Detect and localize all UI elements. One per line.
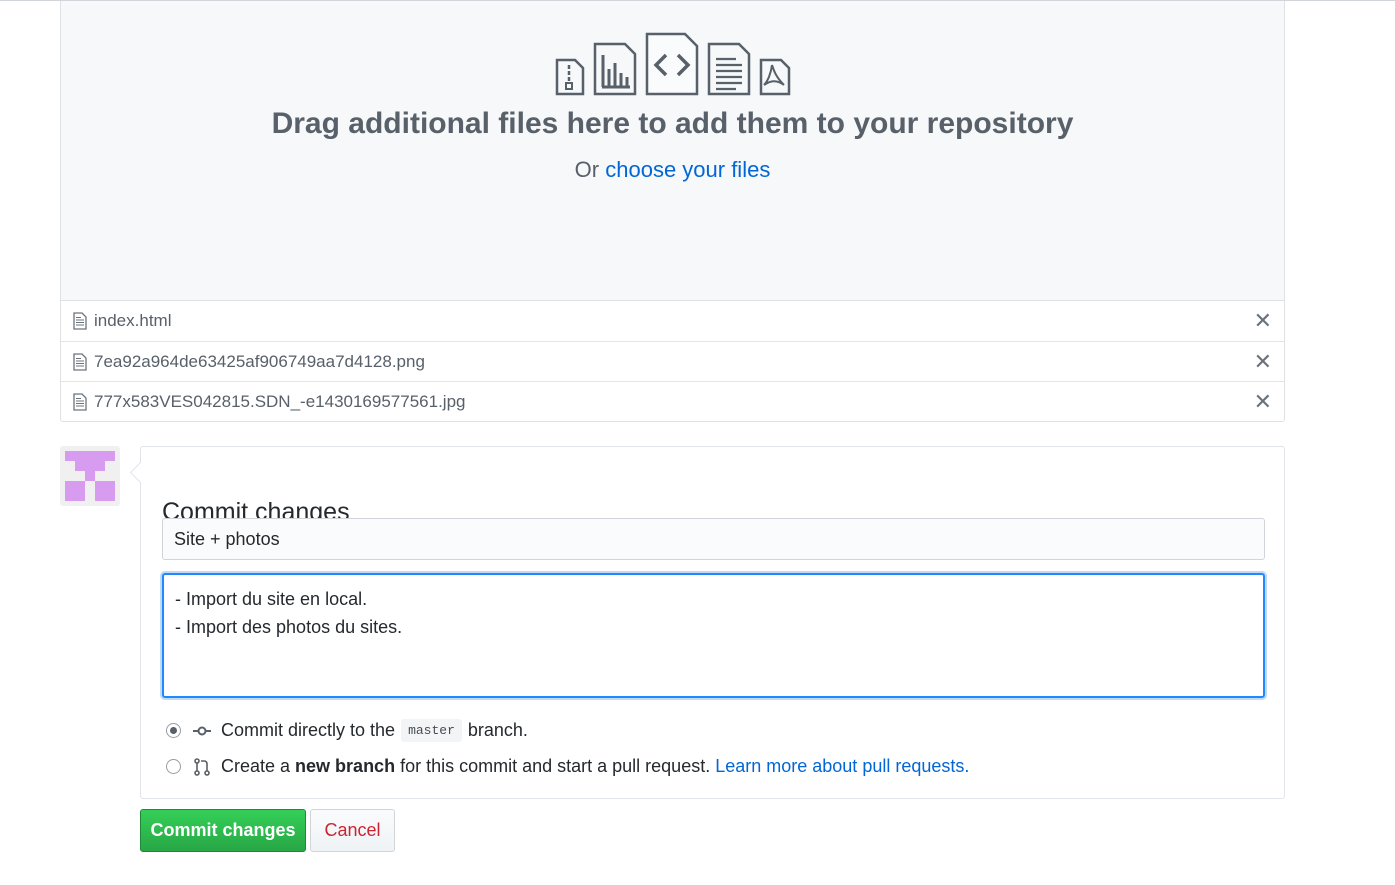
commit-description-textarea[interactable]: - Import du site en local. - Import des …	[162, 573, 1265, 698]
new-branch-label-pre: Create a	[221, 756, 291, 776]
commit-direct-suffix: branch.	[467, 720, 528, 740]
new-branch-label-bold: new branch	[295, 756, 396, 776]
or-text: Or	[574, 157, 600, 182]
uploaded-file-list: index.html ✕ 7ea92a964de63425af906749aa7…	[60, 301, 1285, 422]
remove-file-button[interactable]: ✕	[1254, 390, 1272, 413]
pdf-file-icon	[758, 57, 792, 97]
file-row: 777x583VES042815.SDN_-e1430169577561.jpg…	[61, 381, 1284, 421]
file-icon	[73, 352, 87, 371]
dropzone-subtitle: Or choose your files	[61, 157, 1284, 183]
zip-file-icon	[554, 57, 586, 97]
git-commit-icon	[193, 722, 211, 740]
file-name: 7ea92a964de63425af906749aa7d4128.png	[94, 351, 425, 371]
file-type-icons	[61, 31, 1284, 97]
commit-changes-button[interactable]: Commit changes	[140, 809, 306, 852]
commit-direct-option[interactable]: Commit directly to the master branch.	[166, 719, 528, 742]
file-dropzone[interactable]: Drag additional files here to add them t…	[60, 1, 1285, 301]
git-pull-request-icon	[193, 757, 211, 776]
remove-file-button[interactable]: ✕	[1254, 350, 1272, 373]
file-icon	[73, 312, 87, 330]
new-branch-option[interactable]: Create a new branch for this commit and …	[166, 756, 969, 777]
file-name: 777x583VES042815.SDN_-e1430169577561.jpg	[94, 391, 466, 411]
cancel-button[interactable]: Cancel	[310, 809, 395, 852]
branch-name: master	[401, 719, 462, 742]
file-name: index.html	[94, 311, 172, 330]
new-branch-label-post: for this commit and start a pull request…	[400, 756, 711, 776]
learn-more-link[interactable]: Learn more about pull requests.	[715, 756, 969, 777]
commit-summary-input[interactable]	[162, 518, 1265, 560]
file-row: index.html ✕	[61, 301, 1284, 341]
avatar	[60, 446, 120, 506]
commit-direct-radio[interactable]	[166, 723, 181, 738]
remove-file-button[interactable]: ✕	[1254, 310, 1272, 332]
commit-direct-label: Commit directly to the	[221, 720, 396, 740]
file-icon	[73, 392, 87, 411]
choose-files-link[interactable]: choose your files	[605, 157, 770, 182]
commit-form: Commit changes - Import du site en local…	[140, 446, 1285, 799]
dropzone-title: Drag additional files here to add them t…	[271, 107, 1074, 140]
new-branch-radio[interactable]	[166, 759, 181, 774]
code-file-icon	[644, 31, 700, 97]
graph-file-icon	[592, 41, 638, 97]
file-row: 7ea92a964de63425af906749aa7d4128.png ✕	[61, 341, 1284, 381]
text-file-icon	[706, 41, 752, 97]
